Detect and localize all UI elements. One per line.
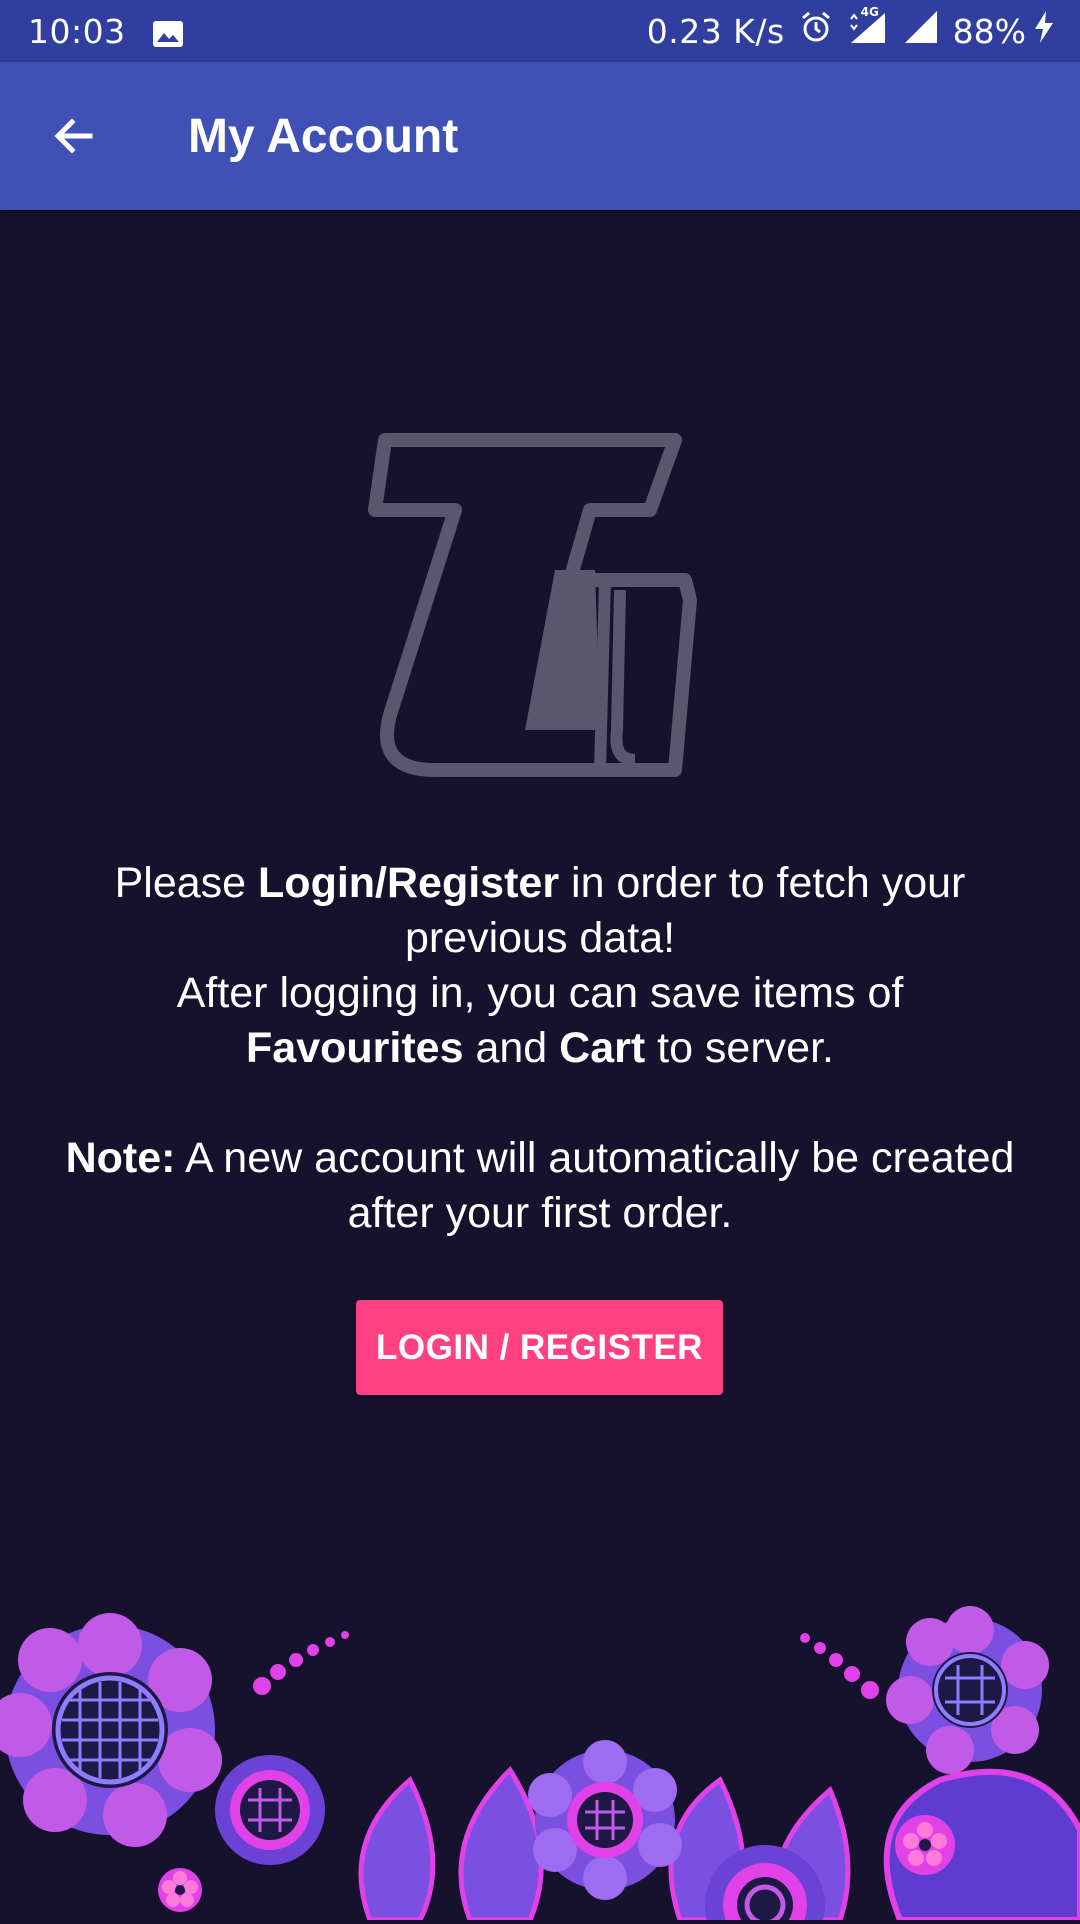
image-icon [152, 17, 184, 47]
battery-percent: 88% [952, 11, 1026, 51]
app-logo [355, 430, 725, 800]
signal-icon [903, 9, 939, 53]
network-type-label: 4G [860, 5, 879, 19]
floral-decoration [0, 1600, 1080, 1924]
battery-charging-icon [1032, 9, 1056, 53]
status-speed: 0.23 K/s [646, 11, 785, 51]
message-line-3: Favourites and Cart to server. [40, 1021, 1040, 1076]
app-bar: My Account [0, 62, 1080, 210]
message-line-1: Please Login/Register in order to fetch … [40, 856, 1040, 966]
message-text: Please [114, 859, 259, 907]
signal-4g-icon: 4G [847, 5, 889, 53]
note-label: Note: [65, 1134, 176, 1182]
message-emphasis: Favourites [246, 1024, 464, 1072]
message-line-2: After logging in, you can save items of [176, 969, 904, 1017]
login-register-button[interactable]: LOGIN / REGISTER [356, 1300, 723, 1395]
message-text: to server. [645, 1024, 834, 1072]
back-button[interactable] [34, 96, 114, 176]
note-text: Note: A new account will automatically b… [40, 1131, 1040, 1241]
login-message: Please Login/Register in order to fetch … [40, 856, 1040, 1241]
status-bar: 10:03 0.23 K/s 4G 88% [0, 0, 1080, 62]
status-time: 10:03 [28, 11, 126, 51]
message-text: and [463, 1024, 560, 1072]
page-title: My Account [188, 109, 459, 163]
message-emphasis: Login/Register [258, 859, 560, 907]
message-emphasis: Cart [559, 1024, 646, 1072]
arrow-back-icon [54, 118, 93, 154]
alarm-icon [799, 10, 833, 52]
note-body: A new account will automatically be crea… [175, 1134, 1015, 1237]
